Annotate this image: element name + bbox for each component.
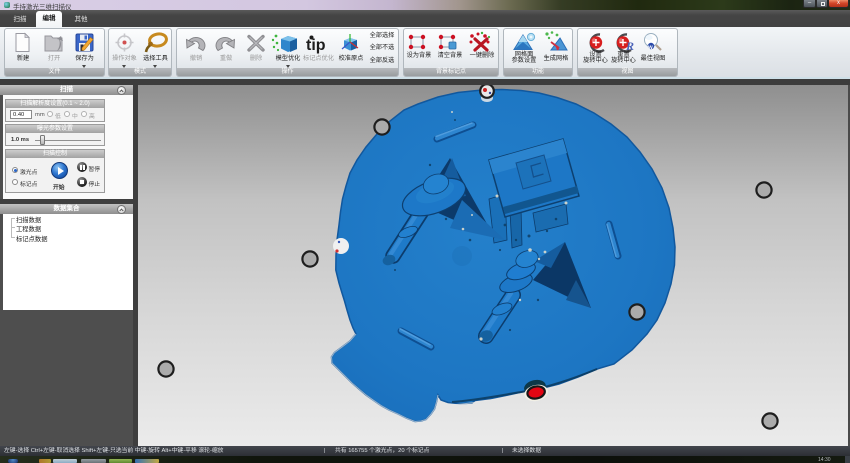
- svg-text:w: w: [647, 45, 653, 51]
- svg-text:tip: tip: [306, 37, 326, 54]
